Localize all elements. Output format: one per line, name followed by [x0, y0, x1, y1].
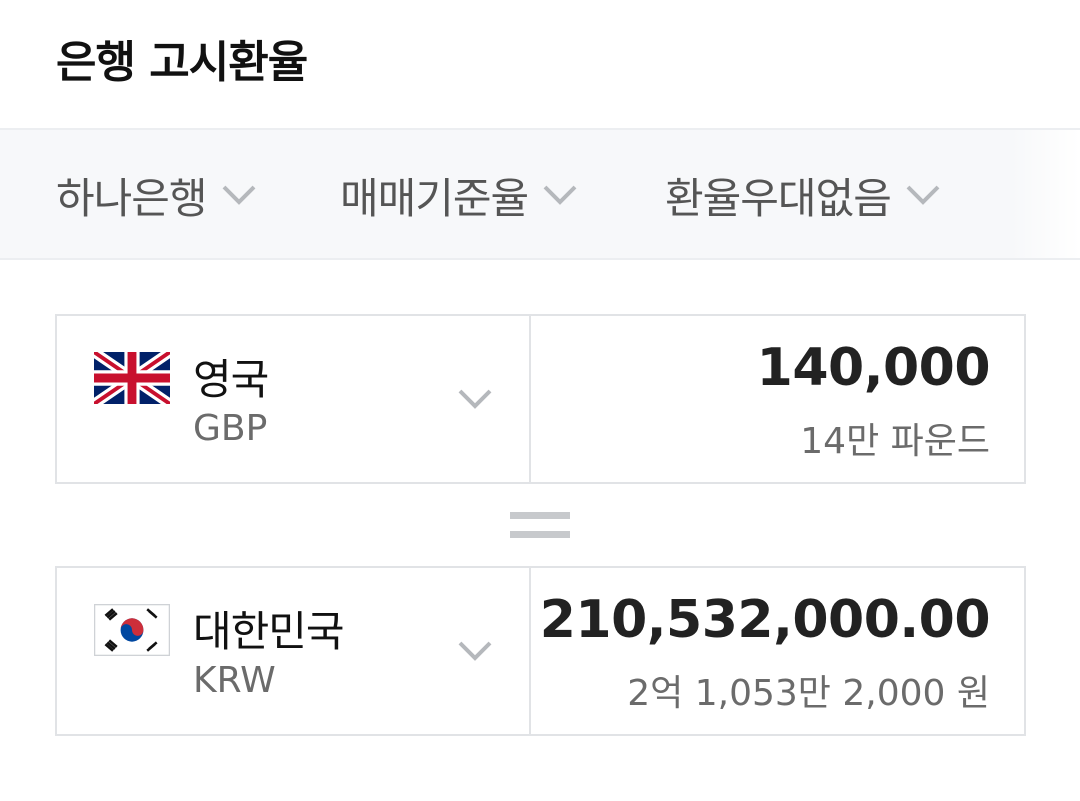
page-title: 은행 고시환율: [56, 37, 308, 88]
rate-type-filter-dropdown[interactable]: 매매기준율: [340, 170, 578, 223]
from-country-name: 영국: [193, 355, 269, 404]
chevron-down-icon: [543, 185, 577, 205]
to-amount-input[interactable]: 210,532,000.00: [540, 590, 991, 650]
to-amount-words: 2억 1,053만 2,000 원: [627, 673, 990, 714]
from-currency-row: 영국 GBP 140,000 14만 파운드: [55, 314, 1026, 484]
from-currency-code: GBP: [193, 408, 268, 449]
to-currency-selector[interactable]: 대한민국 KRW: [57, 568, 531, 734]
preferential-rate-filter-dropdown[interactable]: 환율우대없음: [665, 170, 941, 223]
to-country-name: 대한민국: [193, 607, 345, 656]
from-amount-words: 14만 파운드: [800, 421, 990, 462]
to-currency-code: KRW: [193, 660, 276, 701]
chevron-down-icon: [458, 641, 492, 661]
to-amount-panel[interactable]: 210,532,000.00 2억 1,053만 2,000 원: [533, 568, 1026, 734]
from-amount-input[interactable]: 140,000: [757, 338, 991, 398]
filter-bar: 하나은행 매매기준율 환율우대없음: [0, 128, 1080, 260]
chevron-down-icon: [222, 185, 255, 205]
from-currency-selector[interactable]: 영국 GBP: [57, 316, 531, 482]
bank-filter-label: 하나은행: [56, 173, 208, 223]
equals-icon: [510, 512, 570, 540]
uk-flag-icon: [94, 352, 170, 404]
chevron-down-icon: [458, 389, 492, 409]
filter-fade-overlay: [1010, 130, 1080, 258]
preferential-rate-filter-label: 환율우대없음: [665, 173, 892, 223]
korea-flag-icon: [94, 604, 170, 656]
bank-filter-dropdown[interactable]: 하나은행: [56, 170, 257, 223]
from-amount-panel[interactable]: 140,000 14만 파운드: [533, 316, 1026, 482]
rate-type-filter-label: 매매기준율: [340, 173, 529, 223]
chevron-down-icon: [906, 185, 940, 205]
to-currency-row: 대한민국 KRW 210,532,000.00 2억 1,053만 2,000 …: [55, 566, 1026, 736]
